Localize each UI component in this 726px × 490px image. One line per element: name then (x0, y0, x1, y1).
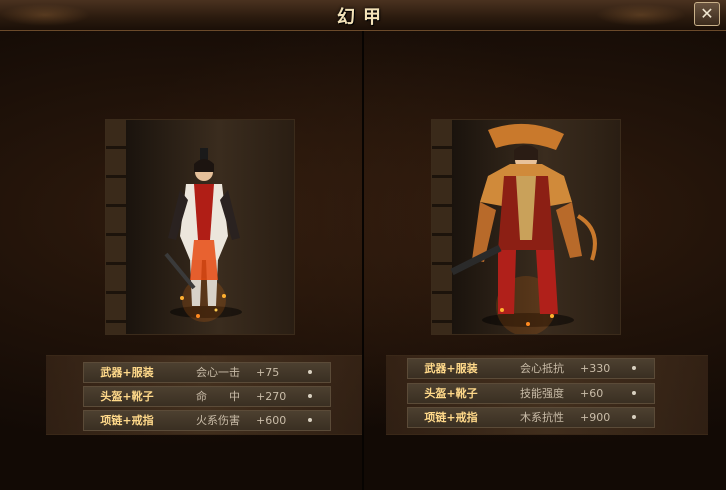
panel-divider (362, 31, 364, 490)
set-bonus-row: 武器+服装 会心一击 +75 (83, 362, 331, 383)
stat-name: 命 中 (196, 390, 240, 403)
equipment-parts-label: 项链+戒指 (100, 414, 154, 427)
stat-value: +270 (256, 390, 287, 403)
stat-value: +75 (256, 366, 280, 379)
appearance-panel-right: 武器+服装 会心抵抗 +330 头盔+靴子 技能强度 +60 项链+戒指 木系抗… (364, 31, 726, 490)
equipment-parts-label: 武器+服装 (100, 366, 154, 379)
bullet-icon (308, 394, 312, 398)
stat-value: +60 (580, 387, 604, 400)
appearance-panel-left: 武器+服装 会心一击 +75 头盔+靴子 命 中 +270 项链+戒指 火系伤害… (0, 31, 362, 490)
stat-name: 火系伤害 (196, 414, 240, 427)
stat-name: 会心一击 (196, 366, 240, 379)
bullet-icon (308, 370, 312, 374)
stat-value: +600 (256, 414, 287, 427)
set-bonus-row: 头盔+靴子 命 中 +270 (83, 386, 331, 407)
set-bonus-row: 头盔+靴子 技能强度 +60 (407, 383, 655, 404)
equipment-parts-label: 项链+戒指 (424, 411, 478, 424)
equipment-parts-label: 头盔+靴子 (424, 387, 478, 400)
character-figure-right (450, 123, 597, 334)
stat-value: +330 (580, 362, 611, 375)
bullet-icon (308, 418, 312, 422)
character-figure-left (164, 148, 242, 322)
equipment-parts-label: 头盔+靴子 (100, 390, 154, 403)
bullet-icon (632, 415, 636, 419)
stat-name: 技能强度 (520, 387, 564, 400)
close-button[interactable]: ✕ (694, 2, 720, 26)
character-portrait-left (105, 119, 295, 335)
set-bonus-row: 项链+戒指 木系抗性 +900 (407, 407, 655, 428)
set-bonus-row: 武器+服装 会心抵抗 +330 (407, 358, 655, 379)
stat-name: 会心抵抗 (520, 362, 564, 375)
equipment-parts-label: 武器+服装 (424, 362, 478, 375)
window-title: 幻甲 (337, 7, 389, 28)
bullet-icon (632, 391, 636, 395)
set-bonus-row: 项链+戒指 火系伤害 +600 (83, 410, 331, 431)
bullet-icon (632, 366, 636, 370)
stat-value: +900 (580, 411, 611, 424)
title-bar: 幻甲 ✕ (0, 0, 726, 31)
stat-name: 木系抗性 (520, 411, 564, 424)
character-portrait-right (431, 119, 621, 335)
